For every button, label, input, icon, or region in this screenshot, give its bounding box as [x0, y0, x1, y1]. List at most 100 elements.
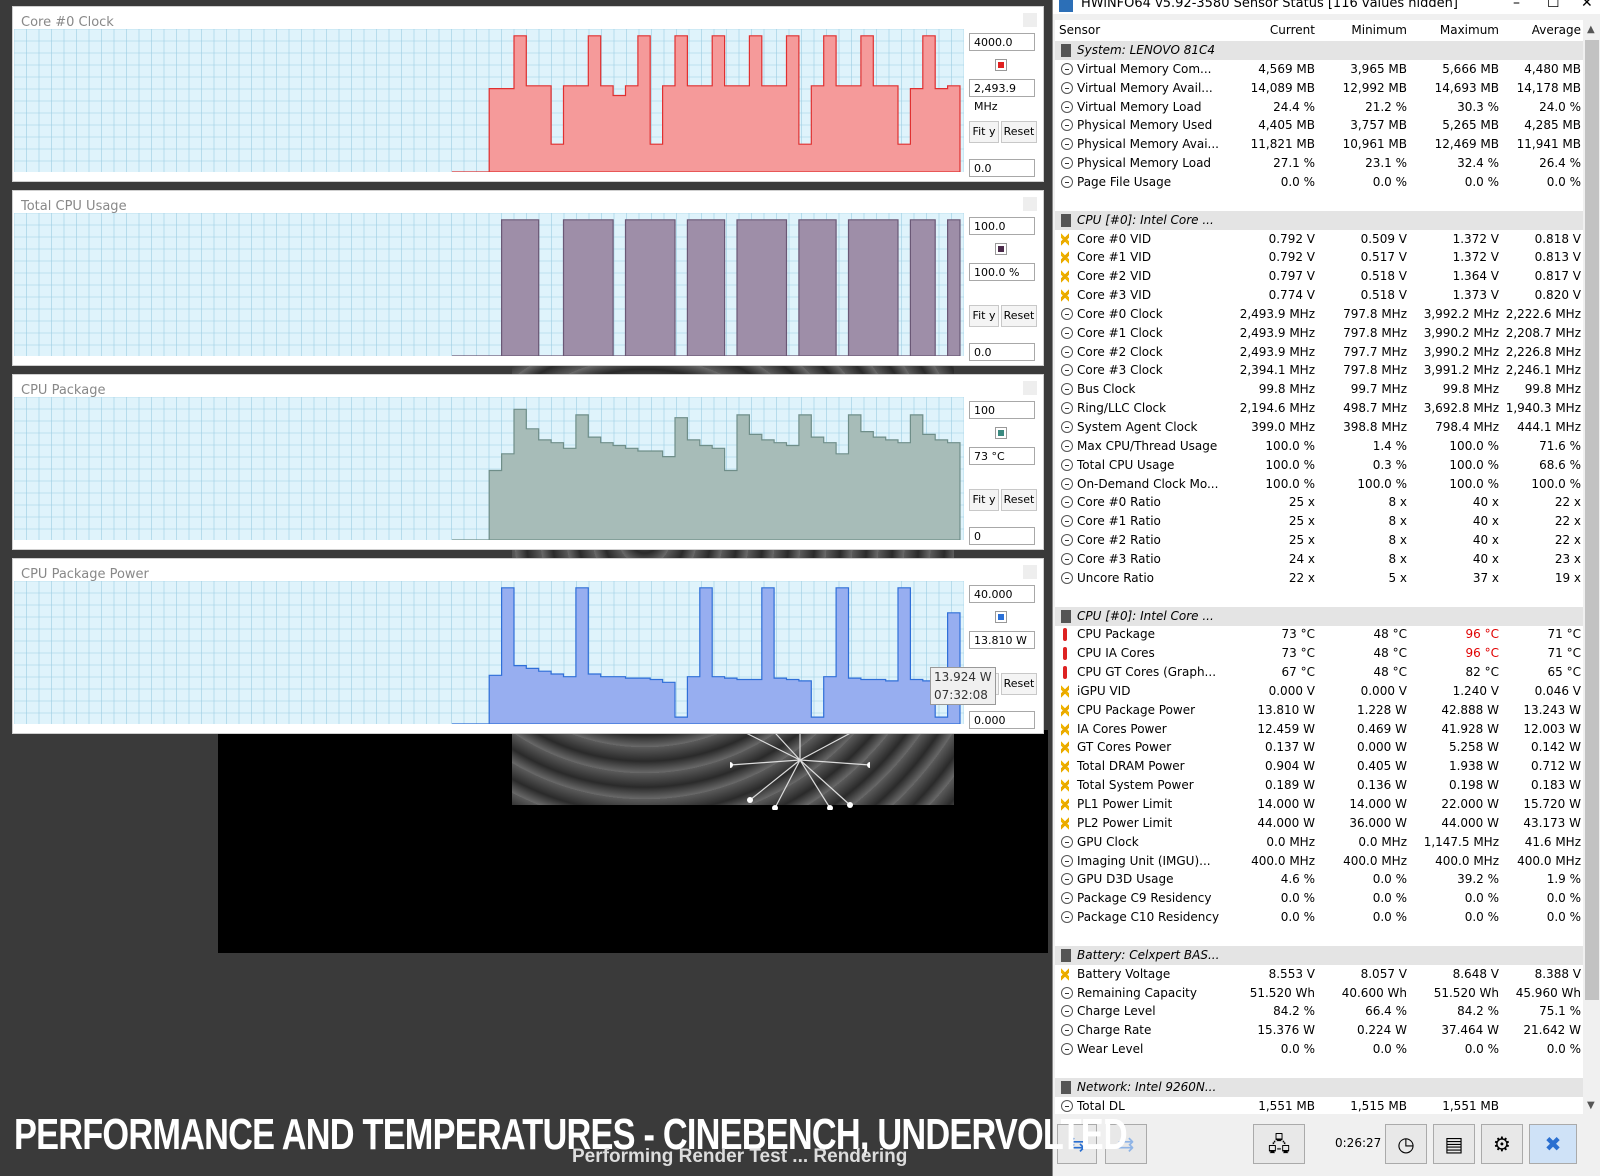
sensor-row[interactable]: Wear Level 0.0 % 0.0 % 0.0 % 0.0 %	[1055, 1040, 1583, 1059]
sensor-row[interactable]: Virtual Memory Com... 4,569 MB 3,965 MB …	[1055, 60, 1583, 79]
graph-color-swatch[interactable]	[995, 611, 1007, 623]
reset-button[interactable]: Reset	[1001, 121, 1037, 143]
scroll-up-icon[interactable]: ▲	[1587, 24, 1595, 35]
average-value: 45.960 Wh	[1515, 985, 1581, 1000]
title-bar[interactable]: HWiNFO64 v5.92-3580 Sensor Status [116 v…	[1053, 0, 1600, 14]
graph-max-input[interactable]: 4000.0	[969, 33, 1035, 51]
col-maximum[interactable]: Maximum	[1440, 20, 1499, 40]
sensor-row[interactable]: Core #3 Ratio 24 x 8 x 40 x 23 x	[1055, 550, 1583, 569]
close-sensors-icon[interactable]: ✖	[1529, 1124, 1577, 1164]
reset-button[interactable]: Reset	[1001, 673, 1037, 695]
maximize-icon[interactable]: ☐	[1547, 0, 1560, 10]
settings-gear-icon[interactable]: ⚙	[1481, 1124, 1523, 1164]
sensor-row[interactable]: iGPU VID 0.000 V 0.000 V 1.240 V 0.046 V	[1055, 682, 1583, 701]
sensor-group-row[interactable]: CPU [#0]: Intel Core ...	[1055, 210, 1583, 230]
sensor-row[interactable]: Max CPU/Thread Usage 100.0 % 1.4 % 100.0…	[1055, 437, 1583, 456]
sensor-row[interactable]: GPU D3D Usage 4.6 % 0.0 % 39.2 % 1.9 %	[1055, 870, 1583, 889]
scroll-down-icon[interactable]: ▼	[1587, 1100, 1595, 1111]
sensor-row[interactable]: Core #2 Clock 2,493.9 MHz 797.7 MHz 3,99…	[1055, 343, 1583, 362]
graph-max-input[interactable]: 40.000	[969, 585, 1035, 603]
sensor-row[interactable]: Physical Memory Avai... 11,821 MB 10,961…	[1055, 135, 1583, 154]
graph-color-swatch[interactable]	[995, 59, 1007, 71]
sensor-row[interactable]: Core #2 Ratio 25 x 8 x 40 x 22 x	[1055, 531, 1583, 550]
sensor-row[interactable]: Bus Clock 99.8 MHz 99.7 MHz 99.8 MHz 99.…	[1055, 380, 1583, 399]
sensor-row[interactable]: CPU IA Cores 73 °C 48 °C 96 °C 71 °C	[1055, 644, 1583, 663]
sensor-row[interactable]: PL1 Power Limit 14.000 W 14.000 W 22.000…	[1055, 795, 1583, 814]
sensor-row[interactable]: Core #2 VID 0.797 V 0.518 V 1.364 V 0.81…	[1055, 267, 1583, 286]
graph-min-input[interactable]: 0.0	[969, 159, 1035, 177]
log-file-icon[interactable]: ▤	[1433, 1124, 1475, 1164]
sensor-row[interactable]: Remaining Capacity 51.520 Wh 40.600 Wh 5…	[1055, 984, 1583, 1003]
sensor-row[interactable]: CPU Package 73 °C 48 °C 96 °C 71 °C	[1055, 625, 1583, 644]
close-icon[interactable]: ✕	[1581, 0, 1593, 10]
col-minimum[interactable]: Minimum	[1351, 20, 1407, 40]
network-computers-icon[interactable]: 🖧	[1253, 1124, 1305, 1164]
graph-min-input[interactable]: 0.0	[969, 343, 1035, 361]
reset-button[interactable]: Reset	[1001, 489, 1037, 511]
sensor-row[interactable]: Package C10 Residency 0.0 % 0.0 % 0.0 % …	[1055, 908, 1583, 927]
graph-min-input[interactable]: 0	[969, 527, 1035, 545]
col-current[interactable]: Current	[1270, 20, 1315, 40]
sensor-row[interactable]: Page File Usage 0.0 % 0.0 % 0.0 % 0.0 %	[1055, 173, 1583, 192]
minimum-value: 400.0 MHz	[1343, 853, 1407, 868]
fit-y-button[interactable]: Fit y	[969, 489, 999, 511]
fit-y-button[interactable]: Fit y	[969, 305, 999, 327]
sensor-row[interactable]: Charge Rate 15.376 W 0.224 W 37.464 W 21…	[1055, 1021, 1583, 1040]
sensor-row[interactable]: Imaging Unit (IMGU)... 400.0 MHz 400.0 M…	[1055, 852, 1583, 871]
sensor-row[interactable]: Total CPU Usage 100.0 % 0.3 % 100.0 % 68…	[1055, 456, 1583, 475]
maximum-value: 30.3 %	[1457, 99, 1499, 114]
sensor-row[interactable]: On-Demand Clock Mo... 100.0 % 100.0 % 10…	[1055, 475, 1583, 494]
sensor-row[interactable]: GPU Clock 0.0 MHz 0.0 MHz 1,147.5 MHz 41…	[1055, 833, 1583, 852]
fit-y-button[interactable]: Fit y	[969, 121, 999, 143]
sensor-label: Uncore Ratio	[1077, 570, 1155, 585]
col-sensor[interactable]: Sensor	[1059, 20, 1100, 40]
sensor-row[interactable]: Physical Memory Used 4,405 MB 3,757 MB 5…	[1055, 116, 1583, 135]
sensor-row[interactable]: Ring/LLC Clock 2,194.6 MHz 498.7 MHz 3,6…	[1055, 399, 1583, 418]
graph-close-icon[interactable]	[1023, 381, 1037, 395]
maximum-value: 40 x	[1472, 551, 1499, 566]
sensor-row[interactable]: Package C9 Residency 0.0 % 0.0 % 0.0 % 0…	[1055, 889, 1583, 908]
reset-button[interactable]: Reset	[1001, 305, 1037, 327]
graph-close-icon[interactable]	[1023, 13, 1037, 27]
sensor-group-row[interactable]: Battery: Celxpert BAS...	[1055, 945, 1583, 965]
sensor-label: Total CPU Usage	[1077, 457, 1175, 472]
sensor-row[interactable]: Core #0 Clock 2,493.9 MHz 797.8 MHz 3,99…	[1055, 305, 1583, 324]
sensor-row[interactable]: Virtual Memory Load 24.4 % 21.2 % 30.3 %…	[1055, 98, 1583, 117]
sensor-row[interactable]: CPU Package Power 13.810 W 1.228 W 42.88…	[1055, 701, 1583, 720]
sensor-row[interactable]: System Agent Clock 399.0 MHz 398.8 MHz 7…	[1055, 418, 1583, 437]
sensor-row[interactable]: Core #3 Clock 2,394.1 MHz 797.8 MHz 3,99…	[1055, 361, 1583, 380]
graph-min-input[interactable]: 0.000	[969, 711, 1035, 729]
graph-max-input[interactable]: 100.0	[969, 217, 1035, 235]
sensor-row[interactable]: Core #1 VID 0.792 V 0.517 V 1.372 V 0.81…	[1055, 248, 1583, 267]
sensor-row[interactable]: Total System Power 0.189 W 0.136 W 0.198…	[1055, 776, 1583, 795]
sensor-row[interactable]: Virtual Memory Avail... 14,089 MB 12,992…	[1055, 79, 1583, 98]
sensor-group-row[interactable]: System: LENOVO 81C4	[1055, 41, 1583, 60]
graph-close-icon[interactable]	[1023, 565, 1037, 579]
sensor-row[interactable]: CPU GT Cores (Graph... 67 °C 48 °C 82 °C…	[1055, 663, 1583, 682]
sensor-row[interactable]: GT Cores Power 0.137 W 0.000 W 5.258 W 0…	[1055, 738, 1583, 757]
graph-color-swatch[interactable]	[995, 427, 1007, 439]
sensor-row[interactable]: Core #0 Ratio 25 x 8 x 40 x 22 x	[1055, 493, 1583, 512]
sensor-row[interactable]: Total DL 1,551 MB 1,515 MB 1,551 MB	[1055, 1097, 1583, 1114]
sensor-row[interactable]: Physical Memory Load 27.1 % 23.1 % 32.4 …	[1055, 154, 1583, 173]
sensor-row[interactable]: Charge Level 84.2 % 66.4 % 84.2 % 75.1 %	[1055, 1002, 1583, 1021]
sensor-row[interactable]: Total DRAM Power 0.904 W 0.405 W 1.938 W…	[1055, 757, 1583, 776]
vertical-scrollbar[interactable]: ▲ ▼	[1583, 20, 1600, 1114]
graph-color-swatch[interactable]	[995, 243, 1007, 255]
graph-max-input[interactable]: 100	[969, 401, 1035, 419]
scroll-thumb[interactable]	[1585, 40, 1599, 1000]
clock-reset-icon[interactable]: ◷	[1385, 1124, 1427, 1164]
sensor-group-row[interactable]: Network: Intel 9260N...	[1055, 1077, 1583, 1097]
sensor-row[interactable]: PL2 Power Limit 44.000 W 36.000 W 44.000…	[1055, 814, 1583, 833]
col-average[interactable]: Average	[1532, 20, 1581, 40]
sensor-row[interactable]: Battery Voltage 8.553 V 8.057 V 8.648 V …	[1055, 965, 1583, 984]
sensor-row[interactable]: Core #1 Clock 2,493.9 MHz 797.8 MHz 3,99…	[1055, 324, 1583, 343]
minimize-icon[interactable]: –	[1513, 0, 1520, 10]
sensor-row[interactable]: Core #3 VID 0.774 V 0.518 V 1.373 V 0.82…	[1055, 286, 1583, 305]
graph-close-icon[interactable]	[1023, 197, 1037, 211]
sensor-row[interactable]: Core #0 VID 0.792 V 0.509 V 1.372 V 0.81…	[1055, 230, 1583, 249]
sensor-row[interactable]: IA Cores Power 12.459 W 0.469 W 41.928 W…	[1055, 720, 1583, 739]
sensor-row[interactable]: Core #1 Ratio 25 x 8 x 40 x 22 x	[1055, 512, 1583, 531]
sensor-group-row[interactable]: CPU [#0]: Intel Core ...	[1055, 606, 1583, 626]
sensor-row[interactable]: Uncore Ratio 22 x 5 x 37 x 19 x	[1055, 569, 1583, 588]
